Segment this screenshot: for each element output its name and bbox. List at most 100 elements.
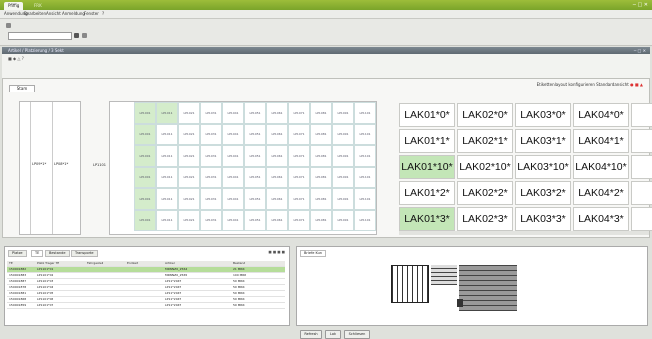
view-controls[interactable]: ─ □ ✕ <box>634 47 646 54</box>
lak-cell[interactable]: LAK02*3* <box>457 207 513 231</box>
column-header[interactable]: Endzeit <box>127 261 138 266</box>
lak-cell[interactable]: LAK03*1* <box>515 129 571 153</box>
panel-tool-icons[interactable]: ■ ■ ■ ■ <box>268 250 285 254</box>
tool-icons[interactable]: ● ■ ▲ <box>630 82 643 87</box>
grid-cell[interactable]: LP1021 <box>178 188 200 210</box>
grid-cell[interactable]: LP1051 <box>244 209 266 231</box>
grid-cell[interactable]: LP1101 <box>354 188 376 210</box>
grid-cell[interactable]: LP1071 <box>288 102 310 124</box>
column-header[interactable]: Fahrgestell <box>87 261 103 266</box>
menu-item-anmeldung[interactable]: Anmeldung <box>62 11 85 16</box>
grid-cell[interactable]: LP1061 <box>266 102 288 124</box>
grid-cell[interactable]: LP1011 <box>156 166 178 188</box>
lak-cell[interactable]: LAK01*0* <box>399 103 455 127</box>
grid-cell[interactable]: LP1101 <box>354 145 376 167</box>
grid-cell[interactable]: LP1091 <box>332 188 354 210</box>
grid-cell[interactable]: LP1071 <box>288 123 310 145</box>
column-header[interactable]: Artikel <box>165 261 175 266</box>
lak-cell[interactable]: LAK01*10* <box>399 155 455 179</box>
grid-cell[interactable]: LP1051 <box>244 123 266 145</box>
grid-cell[interactable]: LP1081 <box>310 123 332 145</box>
column-header[interactable]: TE <box>9 261 13 266</box>
grid-cell[interactable]: LP1081 <box>310 102 332 124</box>
grid-cell[interactable]: LP1011 <box>156 123 178 145</box>
rack-label[interactable]: LP09*1* <box>32 162 46 166</box>
lak-cell[interactable]: LAK01*3* <box>399 207 455 231</box>
layout-toolbar[interactable]: Etikettenlayout konfigurieren Standardan… <box>537 82 643 87</box>
tab-platze[interactable]: Platze <box>8 250 27 257</box>
layout-config-label[interactable]: Etikettenlayout konfigurieren Standardan… <box>537 82 629 87</box>
grid-cell[interactable]: LP1081 <box>310 209 332 231</box>
grid-cell[interactable]: LP1041 <box>222 188 244 210</box>
grid-cell[interactable]: LP1021 <box>178 123 200 145</box>
grid-cell[interactable]: LP1041 <box>222 102 244 124</box>
grid-cell[interactable]: LP1061 <box>266 145 288 167</box>
lak-cell[interactable]: LA <box>631 181 652 205</box>
grid-cell[interactable]: LP1001 <box>134 209 156 231</box>
grid-cell[interactable]: LP1101 <box>354 209 376 231</box>
grid-cell[interactable]: LP1001 <box>134 188 156 210</box>
lak-cell[interactable]: LAK02*2* <box>457 181 513 205</box>
grid-cell[interactable]: LP1081 <box>310 166 332 188</box>
grid-cell[interactable]: LP1091 <box>332 145 354 167</box>
context-select[interactable] <box>8 32 72 40</box>
grid-cell[interactable]: LP1071 <box>288 145 310 167</box>
grid-cell[interactable]: LP1001 <box>134 123 156 145</box>
grid-cell[interactable]: LP1101 <box>354 166 376 188</box>
grid-cell[interactable]: LP1061 <box>266 166 288 188</box>
grid-cell[interactable]: LP1061 <box>266 188 288 210</box>
tab-stam[interactable]: Stam <box>9 85 35 92</box>
lak-cell[interactable]: LAK02*10* <box>457 155 513 179</box>
grid-cell[interactable]: LP1081 <box>310 188 332 210</box>
grid-cell[interactable]: LP1101 <box>354 102 376 124</box>
grid-cell[interactable]: LP1031 <box>200 102 222 124</box>
grid-cell[interactable]: LP1021 <box>178 166 200 188</box>
grid-cell[interactable]: LP1091 <box>332 102 354 124</box>
lak-cell[interactable]: LAK02*0* <box>457 103 513 127</box>
view-tool-icons[interactable]: ■ ◆ △ ? <box>8 56 24 61</box>
refresh-icon[interactable] <box>82 33 87 38</box>
lak-cell[interactable]: LAK04*0* <box>573 103 629 127</box>
menu-item-ansicht[interactable]: Ansicht <box>46 11 61 16</box>
grid-cell[interactable]: LP1021 <box>178 102 200 124</box>
grid-cell[interactable]: LP1011 <box>156 188 178 210</box>
tab-transporte[interactable]: Transporte <box>71 250 98 257</box>
grid-cell[interactable]: LP1011 <box>156 209 178 231</box>
horizontal-scrollbar[interactable] <box>399 231 649 235</box>
grid-cell[interactable]: LP1071 <box>288 188 310 210</box>
home-icon[interactable] <box>6 23 11 28</box>
grid-cell[interactable]: LP1061 <box>266 209 288 231</box>
grid-cell[interactable]: LP1051 <box>244 188 266 210</box>
tab-briefe[interactable]: Briefe Kun <box>300 250 327 257</box>
grid-cell[interactable]: LP1071 <box>288 209 310 231</box>
lak-cell[interactable]: LA <box>631 129 652 153</box>
grid-cell[interactable]: LP1011 <box>156 102 178 124</box>
tab-te[interactable]: TE <box>31 250 44 257</box>
window-controls[interactable]: ─ □ ✕ <box>633 2 648 8</box>
menu-item-fenster[interactable]: Fenster <box>84 11 99 16</box>
grid-cell[interactable]: LP1031 <box>200 209 222 231</box>
lak-cell[interactable]: LAK01*2* <box>399 181 455 205</box>
menu-item-bearbeiten[interactable]: Bearbeiten <box>24 11 46 16</box>
lak-cell[interactable]: LAK04*1* <box>573 129 629 153</box>
grid-cell[interactable]: LP1041 <box>222 145 244 167</box>
grid-cell[interactable]: LP1081 <box>310 145 332 167</box>
grid-cell[interactable]: LP1041 <box>222 123 244 145</box>
grid-cell[interactable]: LP1001 <box>134 145 156 167</box>
lak-cell[interactable]: LAK03*0* <box>515 103 571 127</box>
grid-cell[interactable]: LP1041 <box>222 166 244 188</box>
lak-cell[interactable]: LA <box>631 155 652 179</box>
grid-cell[interactable]: LP1011 <box>156 145 178 167</box>
column-header[interactable]: Platz Trager TE <box>37 261 59 266</box>
grid-cell[interactable]: LP1031 <box>200 123 222 145</box>
grid-cell[interactable]: LP1031 <box>200 145 222 167</box>
grid-cell[interactable]: LP1031 <box>200 188 222 210</box>
grid-cell[interactable]: LP1021 <box>178 209 200 231</box>
grid-cell[interactable]: LP1021 <box>178 145 200 167</box>
grid-cell[interactable]: LP1041 <box>222 209 244 231</box>
lak-cell[interactable]: LAK04*2* <box>573 181 629 205</box>
grid-cell[interactable]: LP1051 <box>244 145 266 167</box>
secondary-tab[interactable]: FRK <box>30 2 46 10</box>
lak-cell[interactable]: LAK01*1* <box>399 129 455 153</box>
grid-cell[interactable]: LP1091 <box>332 209 354 231</box>
